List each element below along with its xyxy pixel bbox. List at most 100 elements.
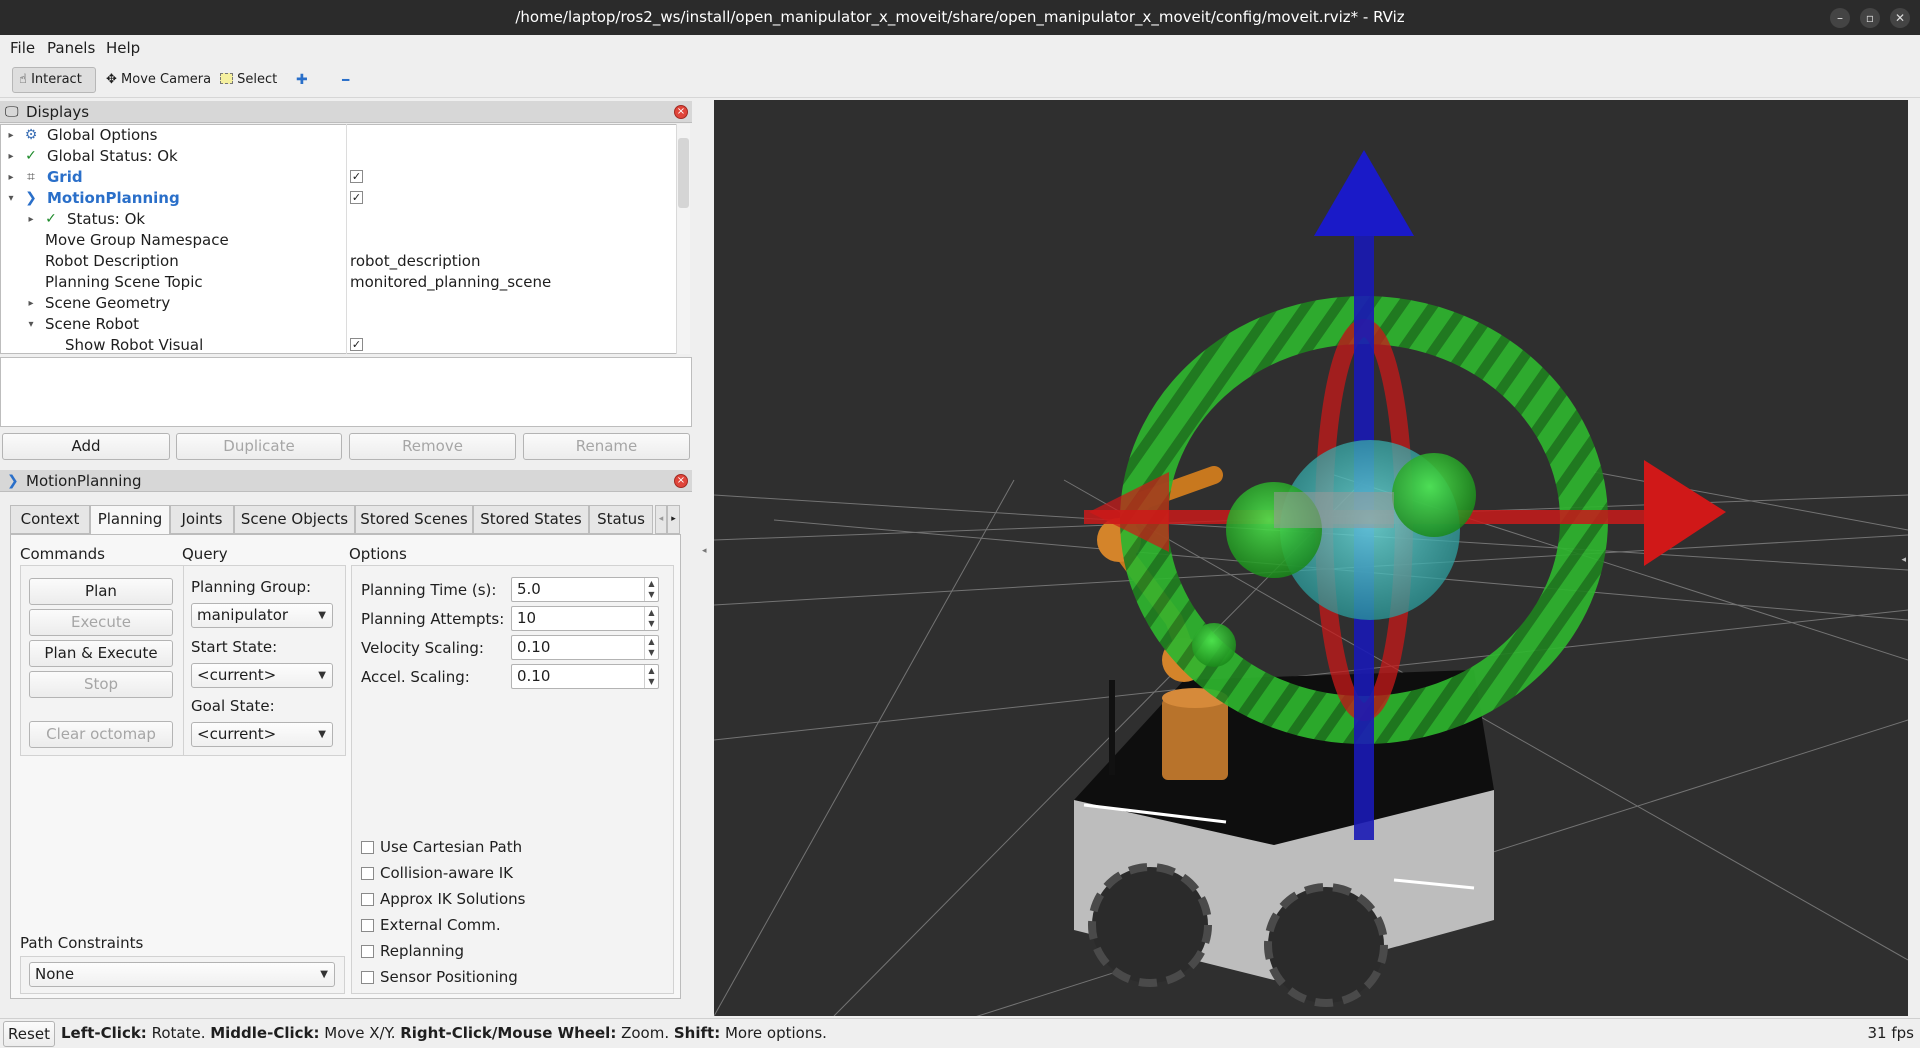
checkbox-box[interactable] [361, 867, 374, 880]
expand-arrow-icon[interactable]: ▸ [25, 209, 37, 230]
sensor-positioning-checkbox[interactable]: Sensor Positioning [361, 967, 518, 987]
tab-stored-states[interactable]: Stored States [473, 505, 589, 534]
chevron-down-icon: ▼ [318, 729, 326, 740]
expand-arrow-icon[interactable]: ▸ [5, 167, 17, 188]
collapse-arrow-icon[interactable]: ▾ [25, 314, 37, 335]
collision-aware-ik-checkbox[interactable]: Collision-aware IK [361, 863, 513, 883]
tree-row-scene-geometry[interactable]: ▸ Scene Geometry [1, 293, 677, 314]
execute-button[interactable]: Execute [29, 609, 173, 636]
add-display-button[interactable]: Add [2, 433, 170, 460]
interact-tool[interactable]: ☝ Interact [12, 67, 96, 93]
displays-panel-header: 🖵 Displays × [0, 101, 692, 123]
tab-stored-scenes[interactable]: Stored Scenes [355, 505, 473, 534]
tab-status[interactable]: Status [589, 505, 653, 534]
scrollbar-thumb[interactable] [678, 138, 689, 208]
motion-planning-icon: ❯ [7, 473, 19, 489]
plan-button[interactable]: Plan [29, 578, 173, 605]
expand-arrow-icon[interactable]: ▸ [5, 146, 17, 167]
tree-row-show-robot-visual[interactable]: Show Robot Visual ✓ [1, 335, 677, 353]
accel-scaling-spinbox[interactable]: 0.10 ▲ ▼ [511, 664, 659, 689]
tab-scroll-left-icon[interactable]: ◂ [655, 505, 667, 534]
tree-row-scene-robot[interactable]: ▾ Scene Robot [1, 314, 677, 335]
checkbox-box[interactable] [361, 841, 374, 854]
check-icon: ✓ [25, 148, 37, 164]
tree-row-global-status[interactable]: ▸ ✓ Global Status: Ok [1, 146, 677, 167]
planning-attempts-spinbox[interactable]: 10 ▲ ▼ [511, 606, 659, 631]
tree-row-grid[interactable]: ▸ ⌗ Grid ✓ [1, 167, 677, 188]
collapse-left-icon[interactable]: ◂ [702, 546, 707, 556]
clear-octomap-button[interactable]: Clear octomap [29, 721, 173, 748]
start-state-value: <current> [197, 666, 277, 684]
rename-display-button[interactable]: Rename [523, 433, 690, 460]
status-bar: Reset Left-Click: Rotate. Middle-Click: … [0, 1018, 1920, 1048]
spin-arrows-icon[interactable]: ▲ ▼ [644, 607, 658, 630]
tree-label: Scene Geometry [45, 294, 171, 312]
velocity-scaling-spinbox[interactable]: 0.10 ▲ ▼ [511, 635, 659, 660]
window-title: /home/laptop/ros2_ws/install/open_manipu… [515, 8, 1405, 26]
plan-and-execute-button[interactable]: Plan & Execute [29, 640, 173, 667]
stop-button[interactable]: Stop [29, 671, 173, 698]
displays-scrollbar[interactable] [676, 124, 690, 354]
expand-arrow-icon[interactable]: ▸ [5, 125, 17, 146]
tree-value[interactable]: monitored_planning_scene [350, 272, 551, 293]
chevron-down-icon: ▼ [318, 670, 326, 681]
tab-planning[interactable]: Planning [90, 505, 170, 536]
checkbox-box[interactable] [361, 893, 374, 906]
tab-scroll-right-icon[interactable]: ▸ [667, 505, 680, 534]
spin-arrows-icon[interactable]: ▲ ▼ [644, 578, 658, 601]
tree-column-divider[interactable] [346, 124, 347, 354]
motion-planning-enabled-checkbox[interactable]: ✓ [350, 191, 363, 204]
checkbox-box[interactable] [361, 945, 374, 958]
hint-key: Left-Click: [61, 1024, 147, 1042]
use-cartesian-path-checkbox[interactable]: Use Cartesian Path [361, 837, 522, 857]
tree-row-status[interactable]: ▸ ✓ Status: Ok [1, 209, 677, 230]
checkbox-box[interactable] [361, 971, 374, 984]
panel-splitter[interactable]: ◂ [700, 98, 712, 1018]
select-tool[interactable]: Select [214, 67, 283, 93]
path-constraints-select[interactable]: None ▼ [29, 962, 335, 987]
tree-row-planning-scene-topic[interactable]: Planning Scene Topic monitored_planning_… [1, 272, 677, 293]
menu-panels[interactable]: Panels [47, 39, 95, 57]
expand-arrow-icon[interactable]: ▸ [25, 293, 37, 314]
tree-row-robot-description[interactable]: Robot Description robot_description [1, 251, 677, 272]
close-motion-planning-icon[interactable]: × [674, 474, 688, 488]
tree-row-motion-planning[interactable]: ▾ ❯ MotionPlanning ✓ [1, 188, 677, 209]
move-camera-tool[interactable]: ✥ Move Camera [100, 67, 217, 93]
menu-help[interactable]: Help [106, 39, 140, 57]
checkbox-box[interactable] [361, 919, 374, 932]
show-robot-visual-checkbox[interactable]: ✓ [350, 338, 363, 351]
remove-tool-button[interactable]: ━ [336, 67, 355, 93]
render-viewport[interactable]: ◂ [714, 100, 1908, 1016]
tab-context[interactable]: Context [10, 505, 90, 534]
monitor-icon: 🖵 [5, 104, 19, 120]
remove-display-button[interactable]: Remove [349, 433, 516, 460]
replanning-checkbox[interactable]: Replanning [361, 941, 464, 961]
tab-joints[interactable]: Joints [170, 505, 234, 534]
planning-group-select[interactable]: manipulator ▼ [191, 603, 333, 628]
grid-enabled-checkbox[interactable]: ✓ [350, 170, 363, 183]
start-state-select[interactable]: <current> ▼ [191, 663, 333, 688]
external-comm-checkbox[interactable]: External Comm. [361, 915, 501, 935]
goal-state-select[interactable]: <current> ▼ [191, 722, 333, 747]
add-tool-button[interactable]: ✚ [290, 67, 314, 93]
minimize-button[interactable]: – [1830, 8, 1850, 28]
approx-ik-solutions-checkbox[interactable]: Approx IK Solutions [361, 889, 525, 909]
tree-row-move-group-namespace[interactable]: Move Group Namespace [1, 230, 677, 251]
tab-scene-objects[interactable]: Scene Objects [234, 505, 355, 534]
tree-value[interactable]: robot_description [350, 251, 481, 272]
gear-icon: ⚙ [24, 127, 38, 143]
planning-time-spinbox[interactable]: 5.0 ▲ ▼ [511, 577, 659, 602]
scene-render[interactable] [714, 100, 1908, 1016]
collapse-right-icon[interactable]: ◂ [1901, 555, 1906, 565]
reset-view-button[interactable]: Reset [3, 1021, 55, 1047]
collapse-arrow-icon[interactable]: ▾ [5, 188, 17, 209]
menu-file[interactable]: File [10, 39, 35, 57]
spin-arrows-icon[interactable]: ▲ ▼ [644, 665, 658, 688]
duplicate-display-button[interactable]: Duplicate [176, 433, 342, 460]
maximize-button[interactable]: ▫ [1860, 8, 1880, 28]
displays-tree[interactable]: ▸ ⚙ Global Options ▸ ✓ Global Status: Ok… [0, 124, 690, 354]
spin-arrows-icon[interactable]: ▲ ▼ [644, 636, 658, 659]
close-displays-icon[interactable]: × [674, 105, 688, 119]
close-window-button[interactable]: ✕ [1890, 8, 1910, 28]
tree-row-global-options[interactable]: ▸ ⚙ Global Options [1, 125, 677, 146]
